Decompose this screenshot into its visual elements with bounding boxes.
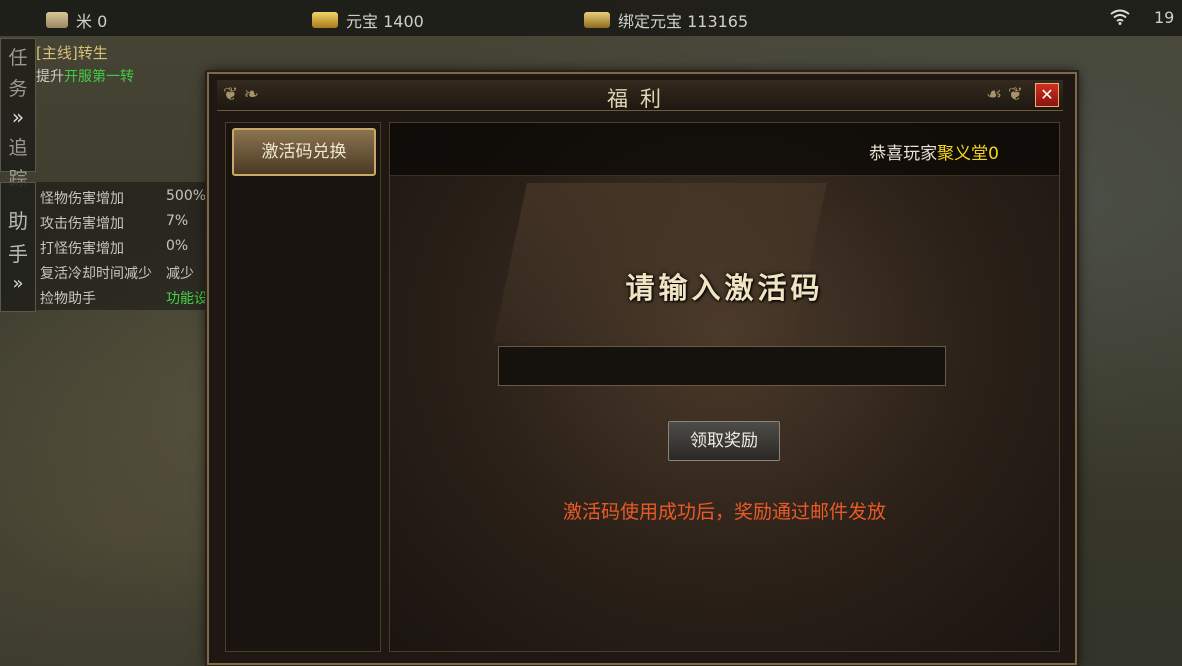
helper-row-label: 打怪伤害增加 (40, 241, 124, 257)
task-tab-char: 务 (8, 78, 28, 100)
task-tab-char: 追 (8, 137, 28, 159)
ingot-amount: 元宝 1400 (346, 12, 424, 31)
task-tab-char: 任 (8, 47, 28, 69)
helper-row: 怪物伤害增加 500% (40, 188, 206, 208)
helper-row-value: 500% (166, 188, 207, 204)
helper-row-value: 0% (166, 238, 189, 254)
announcement-prefix: 恭喜玩家 (869, 144, 938, 164)
quest-title[interactable]: [主线]转生 (36, 42, 108, 63)
helper-row: 复活冷却时间减少 减少 (40, 263, 194, 283)
tab-activation-code[interactable]: 激活码兑换 (232, 128, 376, 176)
dialog-title: 福利 (607, 87, 673, 111)
helper-row[interactable]: 捡物助手 功能设置 (40, 288, 222, 308)
quest-desc-prefix: 提升 (36, 69, 64, 85)
dialog-title-bar: ❦ ❧ 福利 ☙ ❦ ✕ (217, 80, 1063, 111)
rice-amount: 米 0 (76, 12, 108, 31)
helper-tab-char: 助 (8, 209, 28, 233)
helper-row-label: 怪物伤害增加 (40, 191, 124, 207)
announcement-bar: 恭喜玩家聚义堂0 (390, 123, 1059, 176)
rice-currency: 米 0 (46, 8, 107, 32)
top-status-bar: 米 0 元宝 1400 绑定元宝 113165 19 (0, 0, 1182, 36)
rice-icon (46, 12, 68, 28)
expand-arrow-icon: » (12, 273, 24, 294)
helper-row: 打怪伤害增加 0% (40, 238, 188, 258)
quest-description[interactable]: 提升开服第一转 (36, 66, 134, 86)
task-tracker-tab[interactable]: 任 务 » 追 踪 (0, 38, 36, 190)
helper-row-value: 减少 (166, 266, 194, 282)
ingot-icon (312, 12, 338, 28)
quest-name: 转生 (77, 44, 108, 62)
wifi-icon (1110, 9, 1130, 25)
claim-reward-button[interactable]: 领取奖励 (668, 421, 780, 461)
dialog-sidebar: 激活码兑换 (225, 122, 381, 652)
helper-row-value: 7% (166, 213, 189, 229)
helper-panel: 怪物伤害增加 500% 攻击伤害增加 7% 打怪伤害增加 0% 复活冷却时间减少… (36, 182, 222, 310)
ingot-currency: 元宝 1400 (312, 8, 424, 32)
helper-row-label: 捡物助手 (40, 291, 96, 307)
helper-tab-char: 手 (8, 242, 28, 266)
reward-notice: 激活码使用成功后，奖励通过邮件发放 (562, 501, 886, 523)
prompt-heading: 请输入激活码 (625, 271, 824, 305)
clock: 19 (1154, 8, 1175, 27)
helper-row-label: 复活冷却时间减少 (40, 266, 152, 282)
bound-ingot-icon (584, 12, 610, 28)
announcement-text: 恭喜玩家聚义堂0 (869, 139, 999, 164)
announcement-player: 聚义堂0 (937, 144, 999, 164)
quest-type: [主线] (36, 44, 78, 62)
close-button[interactable]: ✕ (1035, 83, 1059, 107)
activation-code-input[interactable] (498, 346, 946, 386)
quest-desc-highlight: 开服第一转 (64, 69, 134, 85)
helper-row: 攻击伤害增加 7% (40, 213, 188, 233)
bound-ingot-amount: 绑定元宝 113165 (618, 12, 749, 31)
welfare-dialog: ❦ ❧ 福利 ☙ ❦ ✕ 激活码兑换 恭喜玩家聚义堂0 请输入激活码 领取奖励 … (207, 72, 1077, 665)
helper-row-label: 攻击伤害增加 (40, 216, 124, 232)
helper-tab[interactable]: 助 手 » (0, 182, 36, 312)
ornament-right-icon: ☙ ❦ (986, 84, 1023, 105)
bound-ingot-currency: 绑定元宝 113165 (584, 8, 748, 32)
dialog-content: 恭喜玩家聚义堂0 请输入激活码 领取奖励 激活码使用成功后，奖励通过邮件发放 (389, 122, 1060, 652)
expand-arrow-icon: » (11, 105, 25, 129)
